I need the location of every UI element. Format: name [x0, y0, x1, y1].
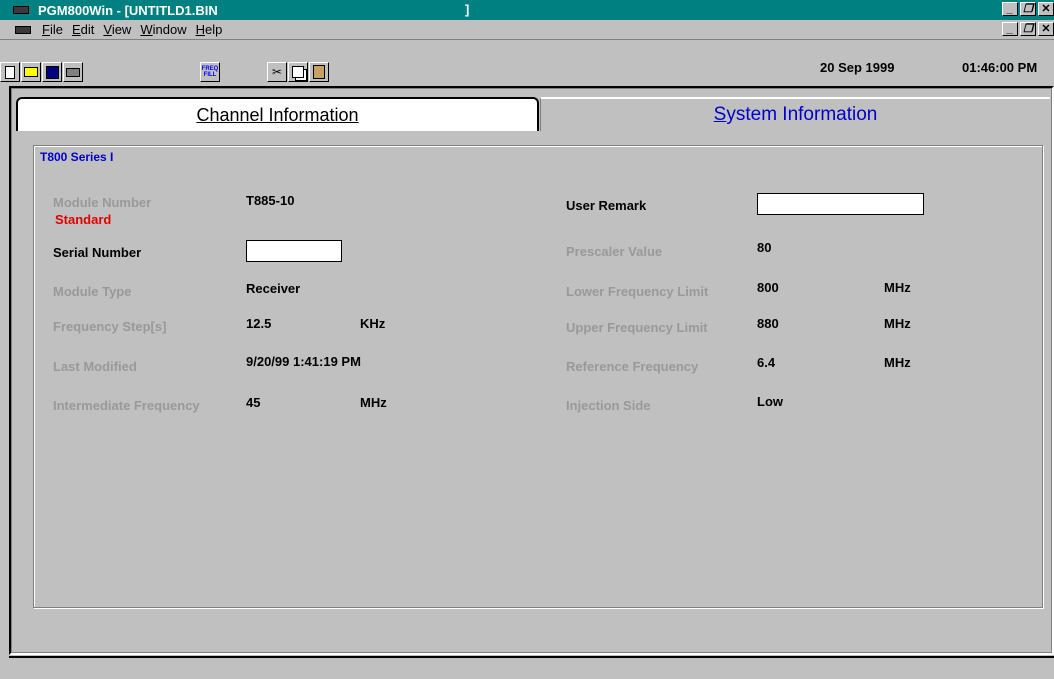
minimize-icon: _ [1006, 22, 1014, 35]
upper-frequency-limit-unit: MHz [884, 316, 911, 331]
window-title-bracket: ] [465, 2, 470, 17]
cut-button[interactable]: ✂ [267, 62, 287, 82]
module-type-label: Module Type [53, 284, 132, 299]
lower-frequency-limit-value: 800 [757, 280, 779, 295]
close-icon: ✕ [1041, 2, 1051, 15]
freq-fill-icon-line2: FILL [203, 72, 217, 78]
intermediate-frequency-label: Intermediate Frequency [53, 398, 200, 413]
clipboard-icon [313, 65, 325, 79]
freq-fill-button[interactable]: FREQ FILL [200, 62, 220, 82]
injection-side-label: Injection Side [566, 398, 651, 413]
prescaler-value-label: Prescaler Value [566, 244, 663, 259]
floppy-disk-icon [45, 65, 59, 79]
tab-system-label: System Information [713, 104, 878, 125]
tab-system-information[interactable]: System Information [540, 97, 1050, 131]
upper-frequency-limit-label: Upper Frequency Limit [566, 320, 708, 335]
injection-side-value: Low [757, 394, 783, 409]
tab-channel-label: Channel Information [196, 104, 359, 125]
menu-window[interactable]: Window [140, 22, 186, 37]
reference-frequency-unit: MHz [884, 355, 911, 370]
module-type-value: Receiver [246, 281, 301, 296]
copy-icon [292, 66, 304, 78]
doc-restore-button[interactable]: ❐ [1020, 22, 1036, 36]
tab-channel-information[interactable]: Channel Information [16, 97, 539, 131]
save-file-button[interactable] [42, 62, 62, 82]
lower-frequency-limit-unit: MHz [884, 280, 911, 295]
last-modified-label: Last Modified [53, 359, 137, 374]
group-title: T800 Series I [40, 150, 114, 164]
menu-help[interactable]: Help [196, 22, 223, 37]
paste-button[interactable] [309, 62, 329, 82]
window-controls: _ ❐ ✕ [1002, 2, 1054, 16]
frequency-step-label: Frequency Step[s] [53, 319, 167, 334]
new-file-button[interactable] [0, 62, 20, 82]
menu-view[interactable]: View [103, 22, 131, 37]
scissors-icon: ✂ [271, 65, 283, 79]
chip-icon[interactable] [12, 23, 34, 37]
title-bar: PGM800Win - [UNTITLD1.BIN ] _ ❐ ✕ [0, 0, 1054, 20]
prescaler-value: 80 [757, 240, 772, 255]
toolbar: FREQ FILL ✂ 20 Sep 1999 01:46:00 PM [0, 39, 1054, 85]
user-remark-label: User Remark [566, 198, 647, 213]
document-window-controls: _ ❐ ✕ [1002, 22, 1054, 36]
close-icon: ✕ [1041, 22, 1051, 35]
window-title: PGM800Win - [UNTITLD1.BIN [38, 2, 218, 18]
last-modified-value: 9/20/99 1:41:19 PM [246, 354, 361, 369]
reference-frequency-value: 6.4 [757, 355, 776, 370]
intermediate-frequency-unit: MHz [360, 395, 387, 410]
restore-icon: ❐ [1023, 22, 1033, 35]
open-folder-icon [24, 67, 38, 77]
menu-file[interactable]: File [42, 22, 63, 37]
status-bar [9, 656, 1054, 679]
edit-toolbar-group: ✂ [267, 62, 330, 82]
frequency-step-unit: KHz [360, 316, 386, 331]
close-button[interactable]: ✕ [1038, 2, 1054, 16]
minimize-button[interactable]: _ [1002, 2, 1018, 16]
serial-number-label: Serial Number [53, 245, 142, 260]
file-toolbar-group [0, 62, 84, 82]
printer-icon [66, 67, 80, 77]
upper-frequency-limit-value: 880 [757, 316, 779, 331]
chip-icon[interactable] [10, 3, 32, 17]
copy-button[interactable] [288, 62, 308, 82]
freq-fill-group: FREQ FILL [200, 62, 221, 82]
new-file-icon [5, 65, 15, 79]
lower-frequency-limit-label: Lower Frequency Limit [566, 284, 709, 299]
current-date: 20 Sep 1999 [820, 60, 895, 75]
menu-bar: File Edit View Window Help [0, 20, 1054, 39]
doc-minimize-button[interactable]: _ [1002, 22, 1018, 36]
menu-edit[interactable]: Edit [72, 22, 94, 37]
minimize-icon: _ [1006, 2, 1014, 15]
frequency-step-value: 12.5 [246, 316, 272, 331]
module-standard-value: Standard [55, 212, 112, 227]
user-remark-input[interactable] [757, 193, 924, 215]
intermediate-frequency-value: 45 [246, 395, 261, 410]
print-button[interactable] [63, 62, 83, 82]
module-number-label: Module Number [53, 195, 152, 210]
open-file-button[interactable] [21, 62, 41, 82]
doc-close-button[interactable]: ✕ [1038, 22, 1054, 36]
module-number-value: T885-10 [246, 193, 295, 208]
restore-button[interactable]: ❐ [1020, 2, 1036, 16]
serial-number-input[interactable] [246, 240, 342, 262]
reference-frequency-label: Reference Frequency [566, 359, 699, 374]
restore-icon: ❐ [1023, 2, 1033, 15]
current-time: 01:46:00 PM [962, 60, 1038, 75]
